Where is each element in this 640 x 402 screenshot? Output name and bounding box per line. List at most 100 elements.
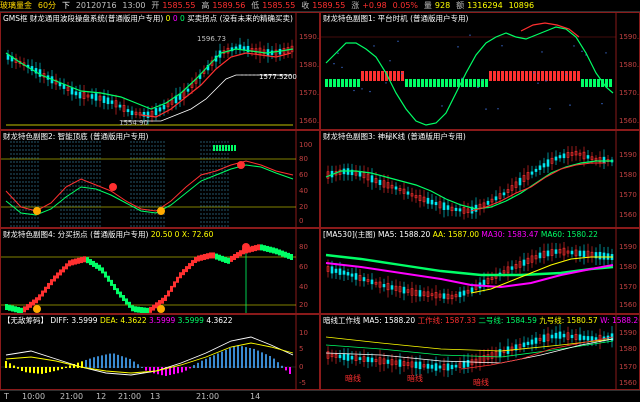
signal-block xyxy=(231,145,233,151)
smart-top-bottom-panel[interactable]: 财龙特色副图2: 智能顶底 (普通版用户专用) 100 80 60 40 20 … xyxy=(0,130,320,228)
candle-body xyxy=(62,84,66,89)
histogram-bar xyxy=(29,367,31,373)
instrument-name[interactable]: 玻璃量金 xyxy=(0,0,32,11)
histogram-bar xyxy=(213,355,215,368)
wave-block xyxy=(287,252,290,259)
candle-body xyxy=(342,353,346,360)
histogram-bar xyxy=(121,356,123,368)
histogram-bar xyxy=(77,362,79,368)
wave-block xyxy=(35,297,38,304)
histogram-bar xyxy=(33,367,35,374)
y-tick: 1560 xyxy=(619,301,637,309)
wave-block xyxy=(251,245,254,252)
y-tick: 80 xyxy=(299,243,308,251)
candle-body xyxy=(346,353,350,361)
timing-bar xyxy=(545,71,548,81)
wave-block xyxy=(257,244,260,251)
wave-block xyxy=(263,245,266,252)
candle-body xyxy=(466,360,470,367)
wave-block xyxy=(146,307,149,313)
low-value: 1585.55 xyxy=(262,1,296,10)
timing-dot xyxy=(485,108,487,110)
timing-bar xyxy=(413,79,416,87)
candle-body xyxy=(562,333,566,338)
timing-dot xyxy=(469,34,471,36)
wave-block xyxy=(110,279,113,286)
candle-body xyxy=(546,250,550,257)
wave-block xyxy=(203,253,206,260)
candle-body xyxy=(542,163,546,168)
timing-bar xyxy=(489,71,492,81)
candle-body xyxy=(74,91,78,96)
histogram-bar xyxy=(161,367,163,376)
platform-timing-panel[interactable]: 财龙特色副图1: 平台时机 (普通版用户专用) 1590.00 1580.00 … xyxy=(320,12,640,130)
timing-bar xyxy=(561,71,564,81)
vol-value: 928 xyxy=(434,1,451,10)
signal-block xyxy=(213,145,215,151)
wave-block xyxy=(98,264,101,271)
timing-bar xyxy=(377,71,380,81)
wave-block xyxy=(11,305,14,312)
histogram-bar xyxy=(9,363,11,368)
time-tick: 21:00 xyxy=(118,392,142,401)
wave-block xyxy=(137,306,140,313)
panel-title: 财龙特色副图2: 智能顶底 (普通版用户专用) xyxy=(3,132,149,141)
timing-bar xyxy=(473,79,476,87)
timing-bar xyxy=(349,79,352,87)
candle-body xyxy=(582,250,586,257)
wave-block xyxy=(236,252,239,259)
candle-body xyxy=(430,364,434,369)
histogram-bar xyxy=(105,354,107,368)
wave-block xyxy=(170,285,173,292)
wave-block xyxy=(260,244,263,251)
histogram-bar xyxy=(273,358,275,368)
wave-block xyxy=(176,276,179,283)
candle-body xyxy=(458,208,462,212)
timing-bar xyxy=(453,79,456,87)
wave-block xyxy=(17,307,20,313)
wave-block xyxy=(32,299,35,306)
timing-bar xyxy=(361,71,364,81)
period-label[interactable]: 60分 xyxy=(38,0,56,11)
histogram-bar xyxy=(13,365,15,368)
candle-body xyxy=(450,364,454,370)
y-tick: 1590 xyxy=(619,243,637,251)
chip-panel[interactable]: 【无敌筹码】 DIFF: 3.5999 DEA: 4.3622 3.5999 3… xyxy=(0,314,320,390)
wave-block xyxy=(20,307,23,313)
timing-dot xyxy=(533,72,535,74)
candle-body xyxy=(558,331,562,339)
y-tick: 1560.00 xyxy=(619,117,640,125)
histogram-bar xyxy=(57,367,59,371)
candle-body xyxy=(442,202,446,210)
histogram-bar xyxy=(225,349,227,368)
timing-bar xyxy=(509,71,512,81)
y-tick: 0 xyxy=(299,363,304,371)
ma530-panel[interactable]: [MA530](主图) MA5: 1588.20 AA: 1587.00 MA3… xyxy=(320,228,640,314)
histogram-bar xyxy=(69,365,71,368)
histogram-bar xyxy=(241,346,243,368)
hidden-work-line-panel[interactable]: 暗线工作线 MA5: 1588.20 工作线: 1587.33 二号线: 158… xyxy=(320,314,640,390)
timing-bar xyxy=(333,79,336,87)
timing-bar xyxy=(449,79,452,87)
timing-bar xyxy=(609,79,612,87)
change-label: 涨 xyxy=(351,1,360,10)
histogram-bar xyxy=(85,359,87,368)
wave-block xyxy=(56,272,59,279)
candle-body xyxy=(586,336,590,341)
candle-body xyxy=(458,291,462,298)
y-tick: 1570 xyxy=(619,191,637,199)
mystery-kline-panel[interactable]: 财龙特色副图3: 神秘K线 (普通版用户专用) 1590 1580 1570 1… xyxy=(320,130,640,228)
candle-body xyxy=(462,290,466,296)
wave-block xyxy=(74,258,77,265)
candle-body xyxy=(334,268,338,273)
timing-bar xyxy=(537,71,540,81)
smart-top-bottom-chart xyxy=(1,131,297,227)
y-tick: 1580.00 xyxy=(299,61,320,69)
wave-block xyxy=(269,246,272,253)
candle-body xyxy=(510,266,514,270)
histogram-bar xyxy=(281,365,283,368)
buy-turning-panel[interactable]: 财龙特色副图4: 分买拐点 (普通版用户专用) 20.50 0 X: 72.60… xyxy=(0,228,320,314)
histogram-bar xyxy=(189,367,191,369)
candle-body xyxy=(446,205,450,210)
main-price-panel[interactable]: GMS框 财龙通用波段操盘系统(普通版用户专用) 0 0 0 买卖拐点 (没有未… xyxy=(0,12,320,130)
